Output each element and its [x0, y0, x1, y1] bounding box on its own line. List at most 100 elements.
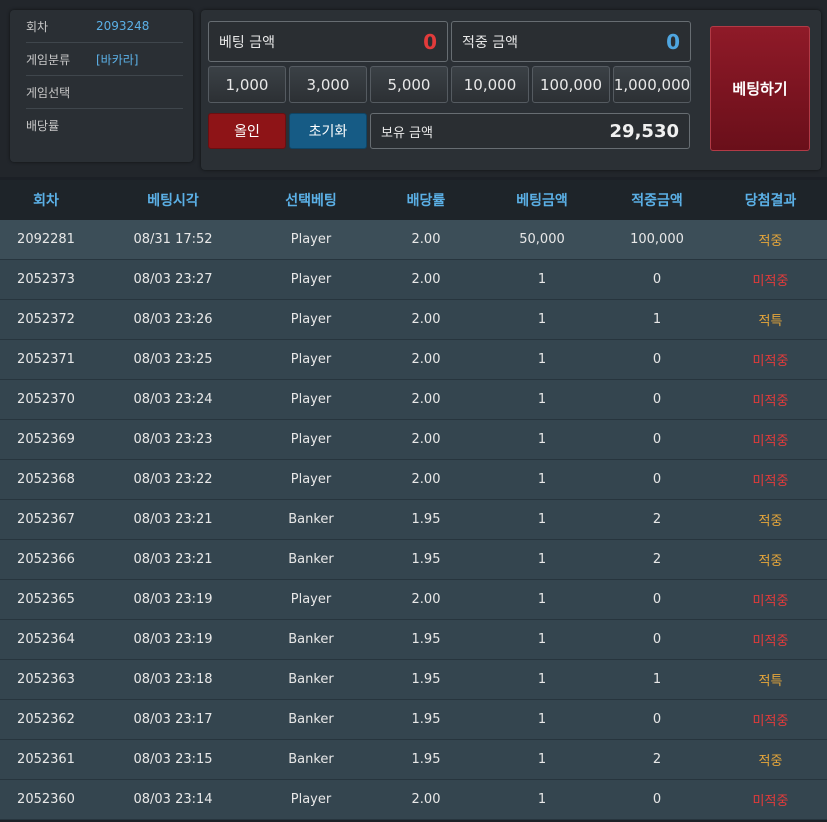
chip-1000000-button[interactable]: 1,000,000	[613, 66, 691, 103]
cell-round: 2052362	[17, 712, 75, 727]
cell-bet-amount: 1	[537, 432, 547, 447]
win-amount-box: 적중 금액 0	[451, 21, 691, 62]
cell-odds: 1.95	[411, 672, 441, 687]
cell-result: 미적중	[752, 394, 789, 409]
cell-selection: Player	[290, 352, 332, 367]
cell-result: 적중	[758, 554, 783, 569]
header-odds: 배당률	[406, 193, 446, 209]
cell-bet-time: 08/03 23:27	[133, 272, 213, 287]
cell-result: 미적중	[752, 274, 789, 289]
cell-result: 미적중	[752, 354, 789, 369]
cell-odds: 2.00	[411, 472, 441, 487]
cell-round: 2052366	[17, 552, 75, 567]
bet-amount-box: 베팅 금액 0	[208, 21, 448, 62]
selection-label: 게임선택	[26, 85, 71, 100]
cell-round: 2052369	[17, 432, 75, 447]
chip-3000-button[interactable]: 3,000	[289, 66, 367, 103]
cell-bet-time: 08/03 23:18	[133, 672, 213, 687]
cell-win-amount: 2	[652, 512, 662, 527]
table-row: 2052372 08/03 23:26 Player 2.00 1 1 적특	[0, 300, 827, 340]
cell-result: 적중	[758, 514, 783, 529]
header-round: 회차	[33, 193, 59, 209]
cell-bet-amount: 1	[537, 752, 547, 767]
table-row: 2052362 08/03 23:17 Banker 1.95 1 0 미적중	[0, 700, 827, 740]
cell-bet-time: 08/03 23:23	[133, 432, 213, 447]
cell-bet-amount: 1	[537, 592, 547, 607]
chip-10000-button[interactable]: 10,000	[451, 66, 529, 103]
place-bet-button[interactable]: 베팅하기	[710, 26, 810, 151]
cell-win-amount: 0	[652, 352, 662, 367]
cell-odds: 1.95	[411, 512, 441, 527]
table-body: 2092281 08/31 17:52 Player 2.00 50,000 100,00…	[0, 220, 827, 820]
cell-bet-time: 08/03 23:22	[133, 472, 213, 487]
table-row: 2052366 08/03 23:21 Banker 1.95 1 2 적중	[0, 540, 827, 580]
table-row: 2052371 08/03 23:25 Player 2.00 1 0 미적중	[0, 340, 827, 380]
cell-selection: Banker	[288, 752, 334, 767]
cell-selection: Player	[290, 472, 332, 487]
reset-button[interactable]: 초기화	[289, 113, 367, 149]
cell-round: 2052363	[17, 672, 75, 687]
cell-win-amount: 0	[652, 792, 662, 807]
cell-bet-time: 08/03 23:21	[133, 512, 213, 527]
table-row: 2052370 08/03 23:24 Player 2.00 1 0 미적중	[0, 380, 827, 420]
table-row: 2092281 08/31 17:52 Player 2.00 50,000 100,00…	[0, 220, 827, 260]
cell-bet-time: 08/03 23:19	[133, 592, 213, 607]
cell-odds: 2.00	[411, 272, 441, 287]
cell-win-amount: 0	[652, 472, 662, 487]
cell-selection: Banker	[288, 632, 334, 647]
info-row-odds: 배당률	[26, 109, 183, 142]
cell-result: 미적중	[752, 594, 789, 609]
cell-round: 2052361	[17, 752, 75, 767]
chip-100000-button[interactable]: 100,000	[532, 66, 610, 103]
round-value: 2093248	[96, 19, 150, 33]
cell-win-amount: 2	[652, 752, 662, 767]
cell-bet-amount: 1	[537, 272, 547, 287]
cell-win-amount: 0	[652, 432, 662, 447]
cell-round: 2052360	[17, 792, 75, 807]
bet-history-table: 회차 베팅시각 선택베팅 배당률 베팅금액 적중금액 당첨결과 2092281 0…	[0, 180, 827, 820]
cell-bet-amount: 1	[537, 472, 547, 487]
cell-bet-time: 08/03 23:24	[133, 392, 213, 407]
cell-selection: Player	[290, 792, 332, 807]
balance-label: 보유 금액	[381, 125, 433, 141]
cell-odds: 2.00	[411, 392, 441, 407]
table-row: 2052364 08/03 23:19 Banker 1.95 1 0 미적중	[0, 620, 827, 660]
table-row: 2052373 08/03 23:27 Player 2.00 1 0 미적중	[0, 260, 827, 300]
info-row-round: 회차 2093248	[26, 10, 183, 43]
cell-round: 2092281	[17, 232, 75, 247]
cell-bet-amount: 1	[537, 392, 547, 407]
header-bet-amount: 베팅금액	[516, 193, 568, 209]
cell-bet-time: 08/03 23:15	[133, 752, 213, 767]
table-row: 2052369 08/03 23:23 Player 2.00 1 0 미적중	[0, 420, 827, 460]
chip-1000-button[interactable]: 1,000	[208, 66, 286, 103]
cell-round: 2052373	[17, 272, 75, 287]
chip-5000-button[interactable]: 5,000	[370, 66, 448, 103]
cell-selection: Player	[290, 592, 332, 607]
game-info-panel: 회차 2093248 게임분류 [바카라] 게임선택 배당률	[10, 10, 193, 162]
all-in-button[interactable]: 올인	[208, 113, 286, 149]
bet-amount-value: 0	[423, 29, 437, 54]
cell-bet-amount: 1	[537, 672, 547, 687]
cell-win-amount: 0	[652, 392, 662, 407]
cell-win-amount: 0	[652, 632, 662, 647]
cell-bet-time: 08/03 23:25	[133, 352, 213, 367]
cell-odds: 2.00	[411, 792, 441, 807]
cell-selection: Player	[290, 392, 332, 407]
cell-win-amount: 100,000	[630, 232, 684, 247]
cell-bet-amount: 1	[537, 352, 547, 367]
table-row: 2052361 08/03 23:15 Banker 1.95 1 2 적중	[0, 740, 827, 780]
cell-round: 2052365	[17, 592, 75, 607]
header-win-amount: 적중금액	[631, 193, 683, 209]
cell-result: 미적중	[752, 794, 789, 809]
cell-result: 미적중	[752, 634, 789, 649]
table-row: 2052360 08/03 23:14 Player 2.00 1 0 미적중	[0, 780, 827, 820]
cell-selection: Player	[290, 272, 332, 287]
cell-odds: 1.95	[411, 552, 441, 567]
top-bar: 회차 2093248 게임분류 [바카라] 게임선택 배당률 베팅 금액 0 적…	[0, 0, 827, 177]
cell-selection: Player	[290, 312, 332, 327]
cell-selection: Player	[290, 232, 332, 247]
header-selection: 선택베팅	[285, 193, 337, 209]
cell-bet-amount: 1	[537, 512, 547, 527]
cell-bet-amount: 1	[537, 552, 547, 567]
cell-bet-time: 08/03 23:21	[133, 552, 213, 567]
